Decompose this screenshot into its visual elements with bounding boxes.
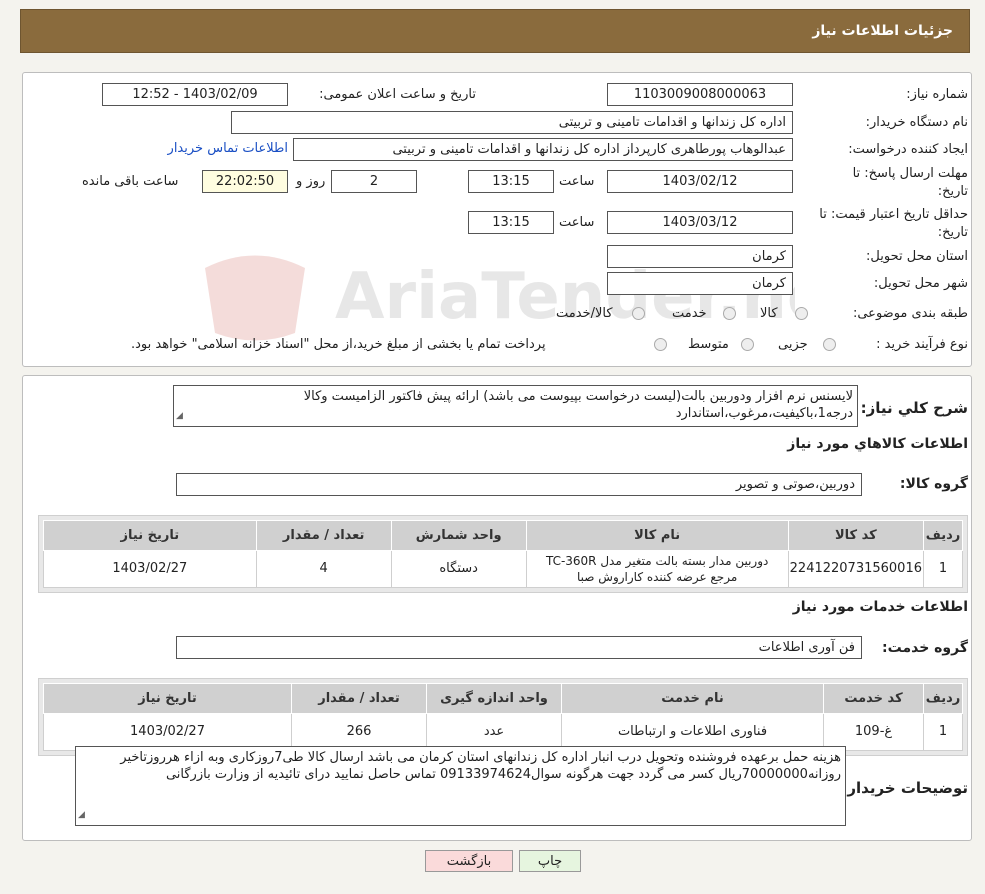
purchase-radio-minor[interactable] xyxy=(823,338,836,351)
deadline-time-field: 13:15 xyxy=(468,170,554,193)
col-header: واحد اندازه گیری xyxy=(426,683,562,714)
cell-quantity: 4 xyxy=(255,550,392,588)
purchase-radio-treasury[interactable] xyxy=(654,338,667,351)
category-option-service: خدمت xyxy=(672,306,707,321)
purchase-option-medium: متوسط xyxy=(688,337,729,352)
city-label: شهر محل تحویل: xyxy=(873,276,968,291)
validity-time-field: 13:15 xyxy=(468,211,554,234)
print-button[interactable]: چاپ xyxy=(519,850,581,872)
table-row: 1 2241220731560016 دوربین مدار بسته بالت… xyxy=(43,550,963,588)
category-option-goods: کالا xyxy=(760,306,778,321)
col-header: تعداد / مقدار xyxy=(291,683,427,714)
cell-row-number: 1 xyxy=(923,713,963,751)
back-button[interactable]: بازگشت xyxy=(425,850,513,872)
col-header: ردیف xyxy=(923,520,963,551)
services-section-title: اطلاعات خدمات مورد نياز xyxy=(792,599,968,615)
buyer-notes-label: توضیحات خریدار: xyxy=(841,779,968,797)
cell-unit: دستگاه xyxy=(390,550,527,588)
services-group-field: فن آوری اطلاعات xyxy=(176,636,862,659)
col-header: نام خدمت xyxy=(561,683,824,714)
deadline-label: مهلت ارسال پاسخ: تا xyxy=(852,166,968,181)
validity-time-label: ساعت xyxy=(559,215,595,230)
purchase-radio-medium[interactable] xyxy=(741,338,754,351)
cell-goods-name: دوربین مدار بسته بالت متغیر مدل TC-360R … xyxy=(525,550,789,588)
goods-table-header: ردیف کد کالا نام کالا واحد شمارش تعداد /… xyxy=(43,520,963,551)
cell-unit: عدد xyxy=(426,713,562,751)
validity-label-2: تاریخ: xyxy=(937,225,968,240)
col-header: تاریخ نیاز xyxy=(43,683,292,714)
services-table: ردیف کد خدمت نام خدمت واحد اندازه گیری ت… xyxy=(43,683,963,751)
services-group-label: گروه خدمت: xyxy=(882,640,968,656)
category-option-both: کالا/خدمت xyxy=(556,306,613,321)
category-label: طبقه بندی موضوعی: xyxy=(852,306,968,321)
buyer-notes-textarea[interactable]: هزینه حمل برعهده فروشنده وتحویل درب انبا… xyxy=(75,746,846,826)
announce-label: تاریخ و ساعت اعلان عمومی: xyxy=(319,87,476,102)
col-header: کد خدمت xyxy=(823,683,924,714)
category-radio-both[interactable] xyxy=(632,307,645,320)
remaining-time-field: 22:02:50 xyxy=(202,170,288,193)
validity-label: حداقل تاریخ اعتبار قیمت: تا xyxy=(819,207,968,222)
purchase-note: پرداخت تمام یا بخشی از مبلغ خرید،از محل … xyxy=(131,337,546,352)
goods-section-title: اطلاعات کالاهاي مورد نياز xyxy=(787,436,968,452)
services-table-header: ردیف کد خدمت نام خدمت واحد اندازه گیری ت… xyxy=(43,683,963,714)
province-field: کرمان xyxy=(607,245,793,268)
days-field: 2 xyxy=(331,170,417,193)
goods-table-wrap: ردیف کد کالا نام کالا واحد شمارش تعداد /… xyxy=(38,515,968,593)
cell-need-date: 1403/02/27 xyxy=(43,550,257,588)
page-header: جزئیات اطلاعات نیاز xyxy=(20,9,970,53)
city-field: کرمان xyxy=(607,272,793,295)
description-label: شرح کلي نياز: xyxy=(860,399,968,417)
col-header: کد کالا xyxy=(787,520,925,551)
cell-row-number: 1 xyxy=(923,550,963,588)
purchase-option-minor: جزیی xyxy=(778,337,808,352)
table-row: 1 غ-109 فناوری اطلاعات و ارتباطات عدد 26… xyxy=(43,713,963,751)
need-number-field: 1103009008000063 xyxy=(607,83,793,106)
resize-grip-icon[interactable]: ◢ xyxy=(78,807,85,824)
goods-group-field: دوربین،صوتی و تصویر xyxy=(176,473,862,496)
creator-label: ایجاد کننده درخواست: xyxy=(848,142,968,157)
buyer-org-label: نام دستگاه خریدار: xyxy=(865,115,968,130)
category-radio-service[interactable] xyxy=(723,307,736,320)
buyer-contact-link[interactable]: اطلاعات تماس خریدار xyxy=(168,141,288,156)
remaining-label: ساعت باقی مانده xyxy=(82,174,179,189)
services-table-wrap: ردیف کد خدمت نام خدمت واحد اندازه گیری ت… xyxy=(38,678,968,756)
cell-quantity: 266 xyxy=(291,713,427,751)
deadline-label-2: تاریخ: xyxy=(937,184,968,199)
category-radio-goods[interactable] xyxy=(795,307,808,320)
creator-field: عبدالوهاب پورطاهری کارپرداز اداره کل زند… xyxy=(293,138,793,161)
col-header: نام کالا xyxy=(525,520,789,551)
need-number-label: شماره نیاز: xyxy=(906,87,968,102)
description-textarea[interactable]: لایسنس نرم افزار ودوربین بالت(لیست درخوا… xyxy=(173,385,858,427)
goods-table: ردیف کد کالا نام کالا واحد شمارش تعداد /… xyxy=(43,520,963,588)
cell-need-date: 1403/02/27 xyxy=(43,713,292,751)
buyer-org-field: اداره کل زندانها و اقدامات تامینی و تربی… xyxy=(231,111,793,134)
announce-field: 1403/02/09 - 12:52 xyxy=(102,83,288,106)
purchase-type-label: نوع فرآیند خرید : xyxy=(876,337,968,352)
days-label: روز و xyxy=(296,174,326,189)
page-title: جزئیات اطلاعات نیاز xyxy=(812,23,953,39)
validity-date-field: 1403/03/12 xyxy=(607,211,793,234)
deadline-time-label: ساعت xyxy=(559,174,595,189)
col-header: واحد شمارش xyxy=(390,520,527,551)
cell-service-name: فناوری اطلاعات و ارتباطات xyxy=(561,713,824,751)
deadline-date-field: 1403/02/12 xyxy=(607,170,793,193)
resize-grip-icon[interactable]: ◢ xyxy=(176,408,183,425)
col-header: ردیف xyxy=(923,683,963,714)
province-label: استان محل تحویل: xyxy=(866,249,968,264)
buyer-notes-text: هزینه حمل برعهده فروشنده وتحویل درب انبا… xyxy=(120,750,841,782)
goods-group-label: گروه کالا: xyxy=(899,476,968,492)
description-text: لایسنس نرم افزار ودوربین بالت(لیست درخوا… xyxy=(303,389,853,421)
cell-goods-code: 2241220731560016 xyxy=(787,550,925,588)
cell-service-code: غ-109 xyxy=(823,713,924,751)
col-header: تعداد / مقدار xyxy=(255,520,392,551)
col-header: تاریخ نیاز xyxy=(43,520,257,551)
